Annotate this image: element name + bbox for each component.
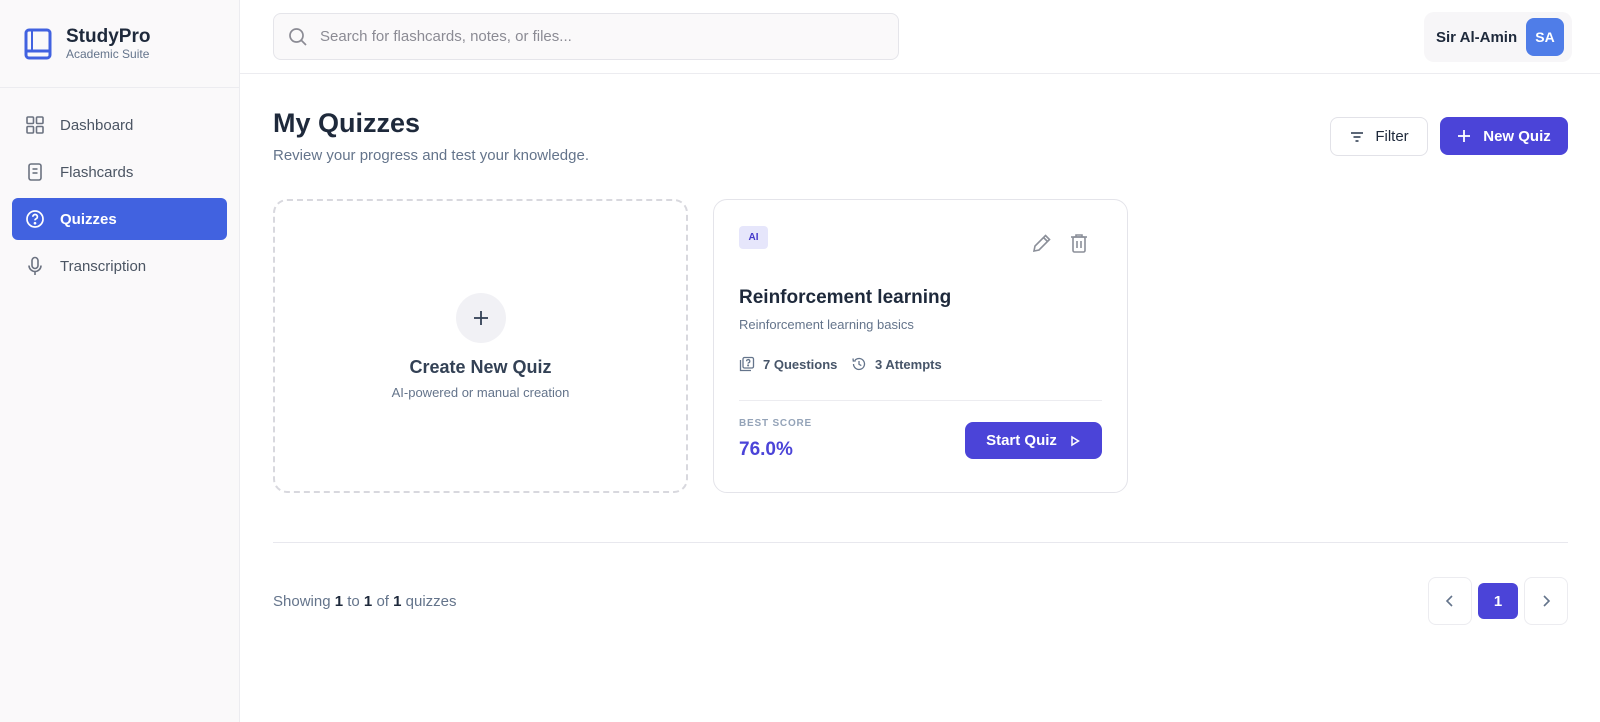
sidebar-item-flashcards[interactable]: Flashcards (12, 151, 227, 193)
edit-icon[interactable] (1031, 232, 1053, 254)
question-circle-icon (26, 210, 44, 228)
card-divider (739, 400, 1102, 401)
summary-prefix: Showing (273, 593, 331, 610)
sidebar-item-label: Quizzes (60, 210, 117, 228)
sidebar-item-label: Dashboard (60, 116, 134, 134)
questions-count: 7 Questions (763, 356, 838, 372)
new-quiz-label: New Quiz (1483, 127, 1551, 145)
user-menu[interactable]: Sir Al-Amin SA (1424, 12, 1572, 62)
history-icon (852, 357, 866, 371)
summary-to: 1 (363, 593, 373, 610)
grid-icon (26, 116, 44, 134)
quiz-title[interactable]: Reinforcement learning (739, 287, 951, 309)
sidebar-item-dashboard[interactable]: Dashboard (12, 104, 227, 146)
create-quiz-card[interactable]: Create New Quiz AI-powered or manual cre… (273, 199, 688, 493)
sidebar-nav: Dashboard Flashcards Quizzes Transcripti… (0, 88, 239, 308)
search-icon (289, 27, 307, 46)
filter-button[interactable]: Filter (1330, 117, 1428, 156)
search-input[interactable] (320, 28, 898, 45)
best-score-label: BEST SCORE (739, 418, 813, 429)
book-icon (24, 28, 52, 59)
page-title: My Quizzes (273, 108, 421, 138)
search-bar[interactable] (273, 13, 899, 60)
summary-to-word: to (347, 593, 360, 610)
filter-icon (1351, 131, 1364, 142)
brand-subtitle: Academic Suite (66, 46, 150, 61)
pagination-summary: Showing 1 to 1 of 1 quizzes (273, 593, 457, 610)
summary-from: 1 (334, 593, 344, 610)
sidebar-item-label: Flashcards (60, 163, 134, 181)
brand-name: StudyPro (66, 25, 151, 47)
create-plus-circle (455, 292, 506, 343)
trash-icon[interactable] (1068, 232, 1090, 254)
new-quiz-button[interactable]: New Quiz (1440, 117, 1568, 155)
prev-page-button[interactable] (1428, 577, 1472, 625)
quiz-questions: 7 Questions (739, 356, 837, 372)
page-number-button[interactable]: 1 (1478, 583, 1518, 619)
play-icon (1071, 435, 1080, 446)
chevron-left-icon (1445, 595, 1453, 607)
create-quiz-subtitle: AI-powered or manual creation (391, 384, 570, 400)
question-stack-icon (739, 356, 755, 372)
pagination: 1 (1428, 577, 1568, 625)
sidebar: StudyPro Academic Suite Dashboard Flashc… (0, 0, 240, 722)
summary-total: 1 (393, 593, 402, 610)
sidebar-item-transcription[interactable]: Transcription (12, 245, 227, 287)
start-quiz-button[interactable]: Start Quiz (965, 422, 1102, 459)
summary-suffix: quizzes (405, 593, 457, 610)
best-score-value: 76.0% (739, 439, 793, 460)
ai-badge: AI (739, 226, 768, 249)
plus-icon (1458, 130, 1471, 142)
document-icon (28, 163, 42, 181)
chevron-right-icon (1543, 595, 1551, 607)
page-subtitle: Review your progress and test your knowl… (273, 147, 589, 164)
brand[interactable]: StudyPro Academic Suite (0, 0, 239, 88)
filter-label: Filter (1375, 128, 1409, 145)
section-divider (273, 542, 1568, 543)
create-quiz-title: Create New Quiz (409, 356, 552, 377)
sidebar-item-label: Transcription (60, 257, 147, 275)
attempts-count: 3 Attempts (875, 356, 942, 372)
microphone-icon (28, 256, 42, 275)
quiz-attempts: 3 Attempts (851, 356, 942, 372)
quiz-description: Reinforcement learning basics (739, 317, 914, 332)
quiz-card: AI Reinforcement learning Reinforcement … (713, 199, 1128, 493)
summary-of-word: of (376, 593, 389, 610)
plus-icon (473, 310, 488, 325)
next-page-button[interactable] (1524, 577, 1568, 625)
topbar: Sir Al-Amin SA (240, 0, 1600, 74)
sidebar-item-quizzes[interactable]: Quizzes (12, 198, 227, 240)
start-quiz-label: Start Quiz (986, 432, 1057, 449)
avatar[interactable]: SA (1526, 18, 1564, 56)
user-name: Sir Al-Amin (1436, 28, 1518, 46)
